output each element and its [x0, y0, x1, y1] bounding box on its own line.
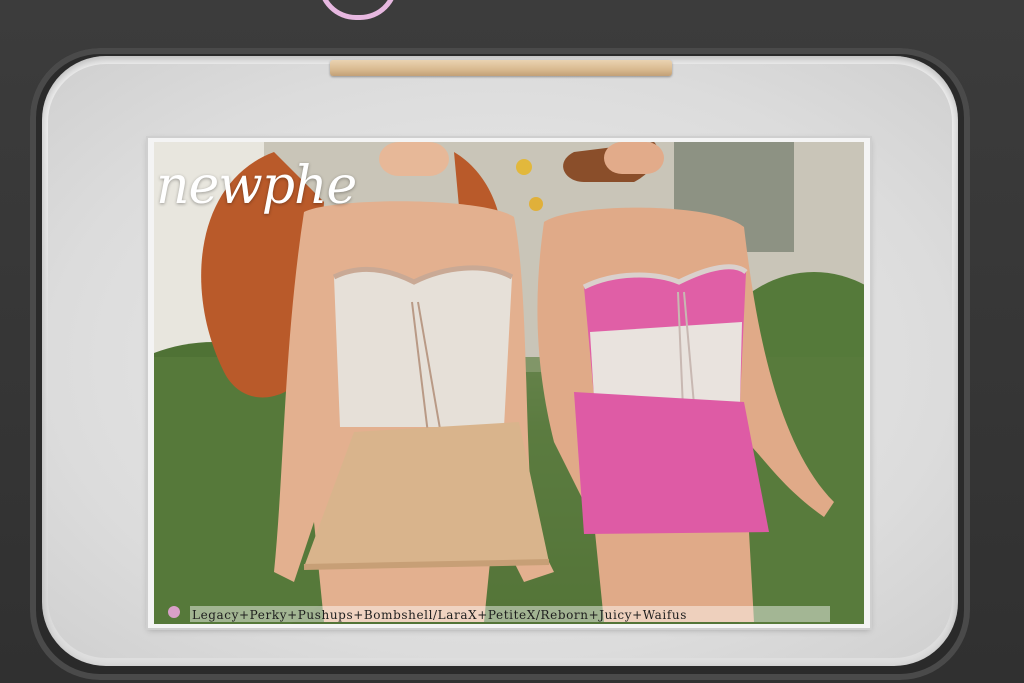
left-model-face [379, 142, 449, 176]
vendor-poster[interactable]: newphe Legacy+Perky+Pushups+Bombshell/La… [154, 142, 864, 624]
right-model-top-panel [590, 322, 742, 404]
brand-logo: newphe [156, 156, 357, 216]
flower [529, 197, 543, 211]
right-model-skirt [574, 392, 769, 534]
wood-plank [330, 60, 672, 76]
left-model-top [334, 267, 512, 427]
right-model-face [604, 142, 664, 174]
viewport-scene: newphe Legacy+Perky+Pushups+Bombshell/La… [0, 0, 1024, 683]
flower [168, 606, 180, 618]
pink-ornament [318, 0, 398, 20]
flower [516, 159, 532, 175]
compatibility-caption: Legacy+Perky+Pushups+Bombshell/LaraX+Pet… [192, 608, 687, 622]
